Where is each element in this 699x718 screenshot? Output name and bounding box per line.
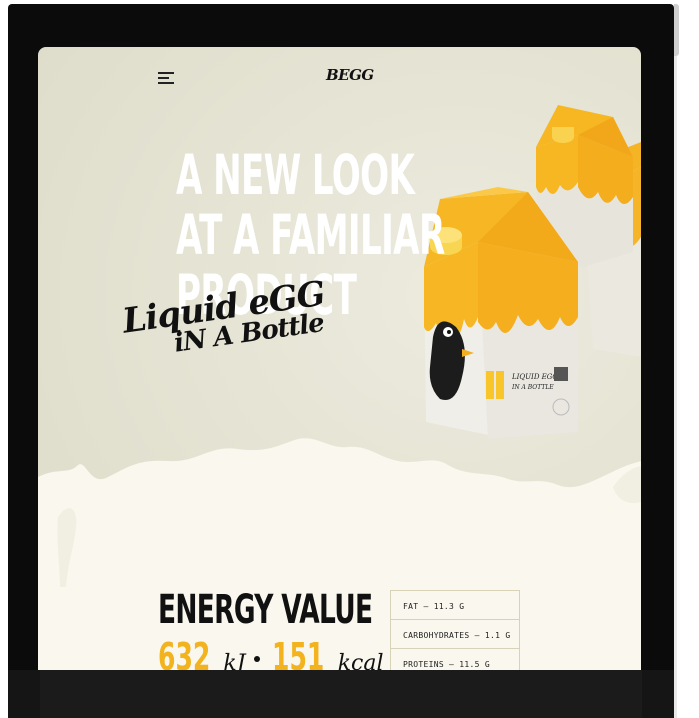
nutrient-row-proteins: PROTEINS – 11.5 G xyxy=(390,648,520,670)
browser-toolbar xyxy=(40,670,642,718)
kcal-unit: kcal xyxy=(337,651,384,670)
device-side-button xyxy=(674,4,679,56)
web-page-screen[interactable]: LIQUID EGG IN A BOTTLE BEGG A NEW LOOK A… xyxy=(38,47,641,670)
device-bottom-bar xyxy=(8,670,674,718)
kj-value: 632 xyxy=(158,635,211,670)
hamburger-menu-icon[interactable] xyxy=(158,71,176,85)
device-side-edge xyxy=(674,56,677,718)
energy-value-title: ENERGY VALUE xyxy=(158,587,373,633)
energy-values-row: 632 kJ 151 kcal xyxy=(158,635,384,670)
nutrient-table: FAT – 11.3 G CARBOHYDRATES – 1.1 G PROTE… xyxy=(390,590,520,670)
kj-unit: kJ xyxy=(223,651,246,670)
headline-line-2: AT A FAMILIAR xyxy=(176,203,445,267)
brand-logo[interactable]: BEGG xyxy=(326,66,374,84)
nutrient-row-carbohydrates: CARBOHYDRATES – 1.1 G xyxy=(390,619,520,648)
nutrient-row-fat: FAT – 11.3 G xyxy=(390,590,520,619)
kcal-value: 151 xyxy=(272,635,325,670)
headline-line-1: A NEW LOOK xyxy=(176,143,415,207)
separator-dot xyxy=(253,656,260,662)
